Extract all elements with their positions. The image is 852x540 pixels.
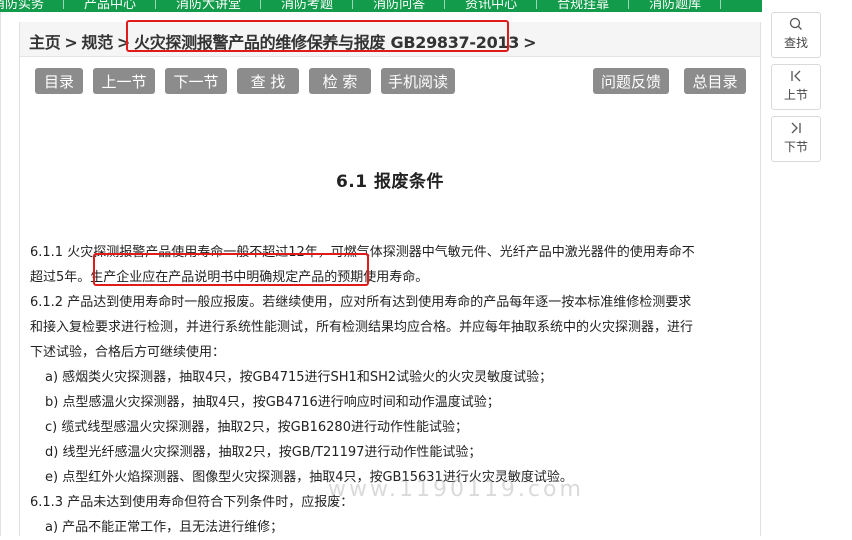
- section-heading: 6.1 报废条件: [335, 172, 445, 192]
- nav-item[interactable]: 合规挂靠: [557, 0, 630, 12]
- nav-item[interactable]: 资讯中心: [465, 0, 538, 12]
- breadcrumb-separator: >: [64, 33, 78, 52]
- next-icon: [772, 121, 820, 139]
- toolbar: 目录 上一节 下一节 查 找 检 索 手机阅读 问题反馈 总目录: [20, 68, 760, 96]
- side-search-button[interactable]: 查找: [771, 12, 821, 58]
- feedback-button[interactable]: 问题反馈: [593, 68, 669, 94]
- top-navigation: 消防实务 产品中心 消防大讲堂 消防考题 消防问答 资讯中心 合规挂靠 消防题库: [0, 0, 762, 12]
- body-line: 6.1.2 产品达到使用寿命时一般应报废。若继续使用，应对所有达到使用寿命的产品…: [30, 295, 692, 310]
- watermark: www.1190119.com: [328, 477, 584, 502]
- body-line: 下述试验，合格后方可继续使用：: [30, 345, 226, 360]
- side-next-button[interactable]: 下节: [771, 116, 821, 162]
- search-icon: [772, 17, 820, 35]
- prev-section-button[interactable]: 上一节: [93, 68, 155, 94]
- mobile-read-button[interactable]: 手机阅读: [381, 68, 455, 94]
- search-button[interactable]: 检 索: [309, 68, 371, 94]
- side-next-label: 下节: [783, 140, 808, 154]
- breadcrumb-separator: >: [523, 33, 537, 52]
- nav-item[interactable]: 消防问答: [373, 0, 446, 12]
- body-line: b) 点型感温火灾探测器，抽取4只，按GB4716进行响应时间和动作温度试验；: [45, 395, 500, 410]
- nav-item[interactable]: 消防实务: [0, 0, 65, 12]
- content-panel: 主页 > 规范 > 火灾探测报警产品的维修保养与报废 GB29837-2013 > 目录 …: [19, 20, 761, 536]
- breadcrumb-home-link[interactable]: 主页: [29, 33, 61, 52]
- prev-icon: [772, 69, 820, 87]
- body-line: d) 线型光纤感温火灾探测器，抽取2只，按GB/T21197进行动作性能试验；: [45, 445, 482, 460]
- breadcrumb-section-link[interactable]: 规范: [82, 33, 114, 52]
- annotation-highlight-box: [126, 20, 509, 52]
- find-button[interactable]: 查 找: [237, 68, 299, 94]
- side-prev-button[interactable]: 上节: [771, 64, 821, 110]
- nav-item[interactable]: 产品中心: [84, 0, 157, 12]
- nav-item[interactable]: 消防题库: [649, 0, 722, 12]
- annotation-highlight-box: [93, 253, 369, 286]
- body-line: a) 产品不能正常工作，且无法进行维修；: [45, 520, 284, 535]
- side-search-label: 查找: [783, 36, 808, 50]
- body-line: a) 感烟类火灾探测器，抽取4只，按GB4715进行SH1和SH2试验火的火灾灵…: [45, 370, 553, 385]
- left-border: [0, 12, 1, 536]
- body-line: 和接入复检要求进行检测，并进行系统性能测试，所有检测结果均应合格。并应每年抽取系…: [30, 320, 694, 335]
- body-line: c) 缆式线型感温火灾探测器，抽取2只，按GB16280进行动作性能试验；: [45, 420, 468, 435]
- nav-item[interactable]: 消防考题: [281, 0, 354, 12]
- side-prev-label: 上节: [783, 88, 808, 102]
- main-catalog-button[interactable]: 总目录: [684, 68, 746, 94]
- nav-item[interactable]: 消防大讲堂: [176, 0, 262, 12]
- next-section-button[interactable]: 下一节: [165, 68, 227, 94]
- catalog-button[interactable]: 目录: [35, 68, 83, 94]
- breadcrumb: 主页 > 规范 > 火灾探测报警产品的维修保养与报废 GB29837-2013 >: [20, 20, 760, 57]
